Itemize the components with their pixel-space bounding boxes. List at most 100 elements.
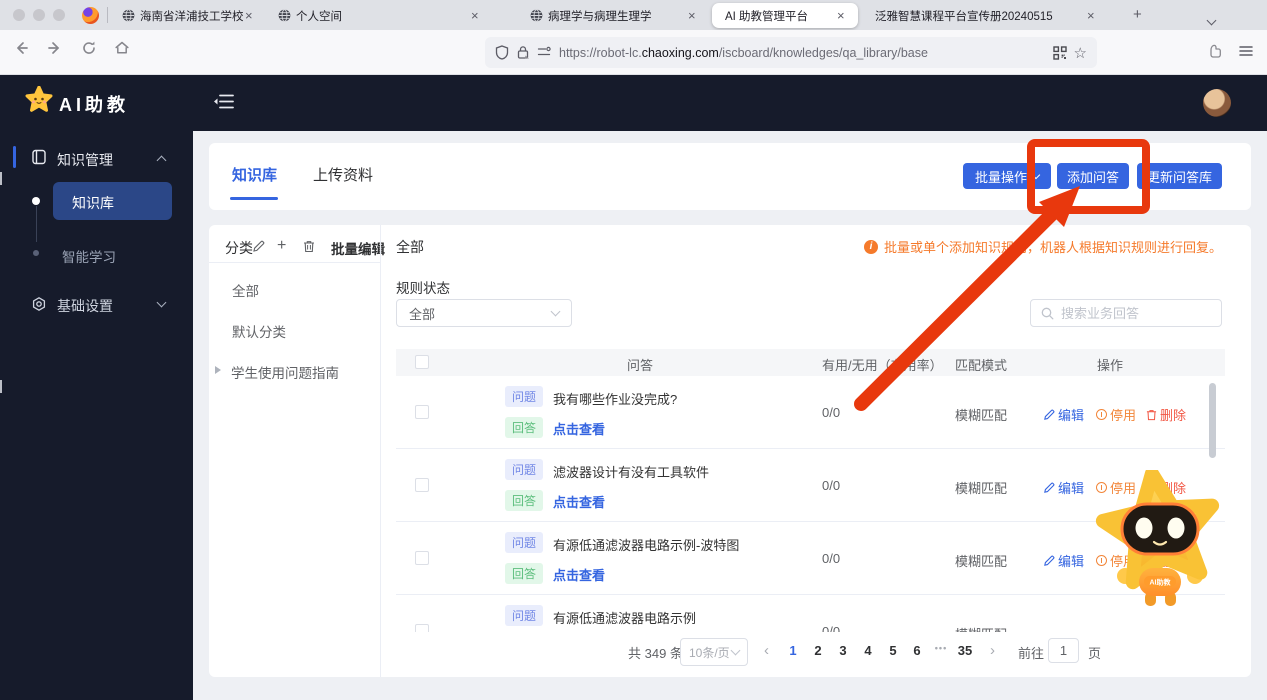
bookmark-star-icon[interactable]: ☆ xyxy=(1074,44,1087,62)
tab-close-icon[interactable]: × xyxy=(471,9,479,22)
edit-category-icon[interactable] xyxy=(252,240,265,253)
expand-triangle-icon[interactable] xyxy=(215,366,221,374)
rule-status-select[interactable]: 全部 xyxy=(396,299,572,327)
tab-close-icon[interactable]: × xyxy=(688,9,696,22)
category-item-all[interactable]: 全部 xyxy=(232,280,259,300)
browser-tab-active[interactable]: AI 助教管理平台 × xyxy=(712,3,858,28)
page-size-select[interactable]: 10条/页 xyxy=(680,638,748,666)
table-header: 问答 有用/无用（有用率） 匹配模式 操作 xyxy=(396,349,1225,376)
home-icon[interactable] xyxy=(113,39,131,57)
row-checkbox[interactable] xyxy=(415,624,429,632)
user-avatar[interactable] xyxy=(1203,89,1231,117)
qr-code-icon[interactable] xyxy=(1052,45,1067,60)
goto-page-input[interactable] xyxy=(1048,638,1079,663)
tab-title: 泛雅智慧课程平台宣传册20240515 xyxy=(875,10,1053,23)
lock-icon[interactable] xyxy=(516,45,530,60)
sidebar-collapse-icon[interactable] xyxy=(213,93,235,111)
table-scrollbar[interactable] xyxy=(1209,383,1216,458)
edit-action[interactable]: 编辑 xyxy=(1043,478,1084,497)
batch-edit-button[interactable]: 批量编辑 xyxy=(331,238,385,258)
pause-icon xyxy=(1096,409,1107,420)
mascot[interactable]: AI助教 xyxy=(1093,470,1229,612)
window-close-button[interactable] xyxy=(13,9,25,21)
browser-tab-5[interactable]: 泛雅智慧课程平台宣传册20240515 × xyxy=(862,3,1120,28)
reload-icon[interactable] xyxy=(80,39,98,57)
category-item-default[interactable]: 默认分类 xyxy=(232,321,286,341)
menu-tree-line xyxy=(36,206,37,242)
browser-tab-strip: 海南省洋浦技工学校 × 个人空间 × 病理学与病理生理学 × AI 助教管理平台… xyxy=(0,0,1267,30)
tab-close-icon[interactable]: × xyxy=(837,9,845,22)
tab-title: 病理学与病理生理学 xyxy=(548,10,652,23)
row-checkbox[interactable] xyxy=(415,405,429,419)
window-minimize-button[interactable] xyxy=(33,9,45,21)
notice-text: i 批量或单个添加知识规则，机器人根据知识规则进行回复。 xyxy=(863,237,1222,256)
row-checkbox[interactable] xyxy=(415,551,429,565)
add-qa-button[interactable]: 添加问答 xyxy=(1057,163,1129,189)
column-header-useful: 有用/无用（有用率） xyxy=(822,358,943,373)
more-pages-icon[interactable]: ••• xyxy=(929,643,953,653)
knowledge-management-icon xyxy=(31,149,47,165)
category-item-student-guide[interactable]: 学生使用问题指南 xyxy=(231,362,339,382)
add-category-icon[interactable]: + xyxy=(277,237,286,255)
table-row: 问题 我有哪些作业没完成? 回答 点击查看 0/0 模糊匹配 编辑 停用 删除 xyxy=(396,376,1225,449)
delete-action[interactable]: 删除 xyxy=(1146,405,1186,424)
url-bar[interactable]: https://robot-lc.chaoxing.com/iscboard/k… xyxy=(485,37,1097,68)
page-number-5[interactable]: 5 xyxy=(881,643,905,658)
search-box[interactable] xyxy=(1030,299,1222,327)
search-icon xyxy=(1041,307,1054,320)
view-answer-link[interactable]: 点击查看 xyxy=(553,419,605,438)
site-permissions-icon[interactable] xyxy=(537,46,552,59)
page-number-2[interactable]: 2 xyxy=(806,643,830,658)
tab-knowledge-base[interactable]: 知识库 xyxy=(232,164,277,185)
disable-action[interactable]: 停用 xyxy=(1096,405,1136,424)
view-answer-link[interactable]: 点击查看 xyxy=(553,492,605,511)
page-number-4[interactable]: 4 xyxy=(856,643,880,658)
firefox-view-icon[interactable] xyxy=(1206,43,1223,60)
browser-tab-3[interactable]: 病理学与病理生理学 × xyxy=(520,3,708,28)
active-item-dot xyxy=(32,197,40,205)
select-all-checkbox[interactable] xyxy=(415,355,429,369)
edit-action[interactable]: 编辑 xyxy=(1043,405,1084,424)
page-number-35[interactable]: 35 xyxy=(951,643,979,658)
window-zoom-button[interactable] xyxy=(53,9,65,21)
basic-settings-icon xyxy=(31,296,47,312)
prev-page-arrow[interactable]: ‹ xyxy=(764,642,769,659)
browser-tab-1[interactable]: 海南省洋浦技工学校 × xyxy=(112,3,268,28)
page-number-6[interactable]: 6 xyxy=(905,643,929,658)
page-number-1[interactable]: 1 xyxy=(781,643,805,658)
mascot-label: AI助教 xyxy=(1150,578,1172,587)
tab-close-icon[interactable]: × xyxy=(1087,9,1095,22)
sidebar-item-knowledge-base[interactable]: 知识库 xyxy=(72,193,114,213)
app-logo-text: AI助教 xyxy=(59,95,129,115)
question-text: 滤波器设计有没有工具软件 xyxy=(553,465,710,480)
view-answer-link[interactable]: 点击查看 xyxy=(553,565,605,584)
hamburger-menu-icon[interactable] xyxy=(1238,43,1254,59)
panel-divider xyxy=(380,225,381,677)
tracking-shield-icon[interactable] xyxy=(495,45,509,60)
tab-strip-separator xyxy=(107,7,108,23)
tab-list-dropdown-icon[interactable] xyxy=(1206,11,1217,29)
tab-upload-material[interactable]: 上传资料 xyxy=(313,164,373,185)
sidebar-item-smart-learning[interactable]: 智能学习 xyxy=(62,246,116,266)
delete-category-icon[interactable] xyxy=(303,240,315,253)
search-input[interactable] xyxy=(1061,305,1201,321)
browser-tab-2[interactable]: 个人空间 × xyxy=(268,3,518,28)
next-page-arrow[interactable]: › xyxy=(990,642,995,659)
question-text: 有源低通滤波器电路示例-波特图 xyxy=(553,538,740,553)
back-icon[interactable] xyxy=(12,39,30,57)
sidebar-item-knowledge-management[interactable]: 知识管理 xyxy=(57,150,113,170)
update-qa-library-button[interactable]: 更新问答库 xyxy=(1137,163,1222,189)
firefox-logo-icon xyxy=(82,7,99,24)
batch-operation-button[interactable]: 批量操作 xyxy=(963,163,1051,189)
row-checkbox[interactable] xyxy=(415,478,429,492)
useful-count: 0/0 xyxy=(822,478,841,493)
page-number-3[interactable]: 3 xyxy=(831,643,855,658)
column-header-actions: 操作 xyxy=(1097,358,1124,373)
edit-action[interactable]: 编辑 xyxy=(1043,551,1084,570)
answer-badge: 回答 xyxy=(505,417,544,438)
tab-close-icon[interactable]: × xyxy=(245,9,253,22)
match-mode: 模糊匹配 xyxy=(955,554,1008,569)
new-tab-button[interactable]: + xyxy=(1133,6,1142,23)
sidebar-item-basic-settings[interactable]: 基础设置 xyxy=(57,296,113,316)
forward-icon[interactable] xyxy=(46,39,64,57)
